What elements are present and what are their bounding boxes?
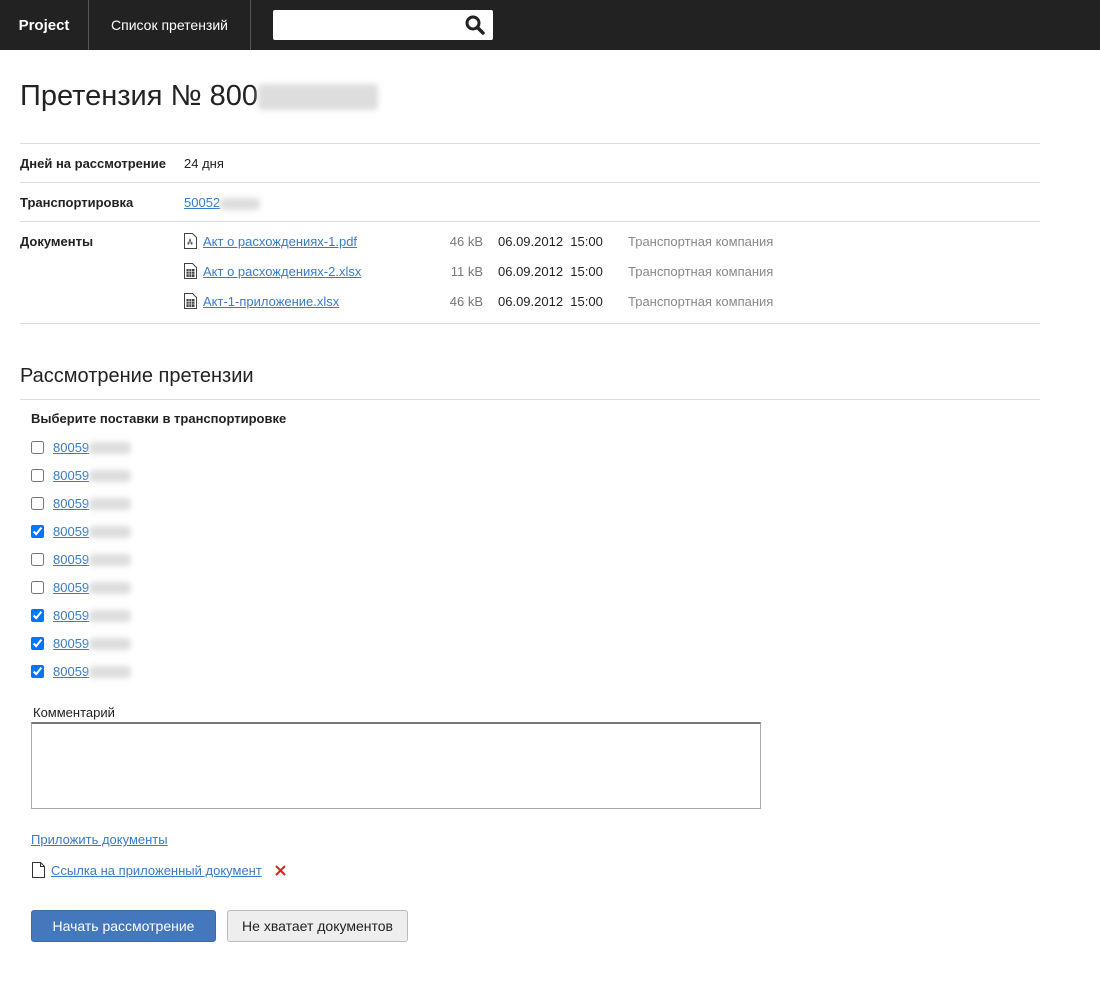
redacted: [89, 581, 132, 594]
delivery-item: 80059: [31, 496, 132, 511]
search-input[interactable]: [273, 10, 458, 40]
nav-claims-list[interactable]: Список претензий: [89, 0, 251, 50]
documents-label: Документы: [20, 234, 94, 249]
days-label: Дней на рассмотрение: [20, 156, 166, 171]
delivery-checkbox[interactable]: [31, 525, 44, 538]
comment-textarea[interactable]: [31, 722, 761, 809]
delivery-item: 80059: [31, 636, 132, 651]
document-link[interactable]: Акт о расхождениях-2.xlsx: [203, 264, 427, 279]
document-row: Акт-1-приложение.xlsx 46 kB 06.09.2012 1…: [184, 291, 773, 311]
document-date: 06.09.2012 15:00: [498, 263, 603, 279]
transport-link[interactable]: 50052: [184, 195, 220, 210]
delivery-link[interactable]: 80059: [53, 524, 89, 539]
divider: [20, 399, 1040, 400]
redacted: [89, 609, 132, 622]
delivery-checkbox[interactable]: [31, 497, 44, 510]
missing-documents-button[interactable]: Не хватает документов: [227, 910, 408, 942]
attached-document-link[interactable]: Ссылка на приложенный документ: [51, 863, 262, 878]
search-box: [273, 10, 493, 40]
section-heading: Рассмотрение претензии: [20, 365, 254, 387]
document-size: 11 kB: [450, 263, 483, 279]
delivery-link[interactable]: 80059: [53, 608, 89, 623]
document-link[interactable]: Акт о расхождениях-1.pdf: [203, 234, 427, 249]
file-icon: [32, 862, 45, 878]
divider: [20, 182, 1040, 183]
search-icon[interactable]: [465, 15, 485, 35]
delivery-checkbox[interactable]: [31, 665, 44, 678]
document-source: Транспортная компания: [628, 293, 774, 309]
days-value: 24 дня: [184, 156, 224, 171]
delivery-link[interactable]: 80059: [53, 552, 89, 567]
delivery-item: 80059: [31, 524, 132, 539]
redacted: [89, 469, 132, 482]
delivery-item: 80059: [31, 664, 132, 679]
delivery-checkbox[interactable]: [31, 581, 44, 594]
brand-link[interactable]: Project: [0, 0, 89, 50]
document-row: Акт о расхождениях-2.xlsx 11 kB 06.09.20…: [184, 261, 773, 281]
delivery-checkbox[interactable]: [31, 609, 44, 622]
pdf-file-icon: [184, 233, 197, 249]
document-source: Транспортная компания: [628, 263, 774, 279]
transport-label: Транспортировка: [20, 195, 134, 210]
delivery-checkbox[interactable]: [31, 637, 44, 650]
delivery-link[interactable]: 80059: [53, 496, 89, 511]
divider: [20, 221, 1040, 222]
redacted: [220, 197, 261, 210]
page-title: Претензия № 800: [20, 80, 379, 113]
redacted: [89, 637, 132, 650]
select-deliveries-label: Выберите поставки в транспортировке: [31, 411, 287, 426]
document-source: Транспортная компания: [628, 233, 774, 249]
delivery-item: 80059: [31, 468, 132, 483]
redacted: [258, 84, 379, 111]
document-date: 06.09.2012 15:00: [498, 233, 603, 249]
document-link[interactable]: Акт-1-приложение.xlsx: [203, 294, 427, 309]
divider: [20, 323, 1040, 324]
delivery-link[interactable]: 80059: [53, 636, 89, 651]
top-nav: Project Список претензий: [0, 0, 1100, 50]
spreadsheet-file-icon: [184, 293, 197, 309]
delivery-item: 80059: [31, 608, 132, 623]
redacted: [89, 665, 132, 678]
redacted: [89, 441, 132, 454]
redacted: [89, 525, 132, 538]
document-row: Акт о расхождениях-1.pdf 46 kB 06.09.201…: [184, 231, 773, 251]
delivery-link[interactable]: 80059: [53, 580, 89, 595]
document-size: 46 kB: [449, 233, 483, 249]
delivery-item: 80059: [31, 440, 132, 455]
delivery-item: 80059: [31, 552, 132, 567]
remove-icon[interactable]: [275, 864, 286, 876]
delivery-link[interactable]: 80059: [53, 440, 89, 455]
delivery-checkbox[interactable]: [31, 553, 44, 566]
document-date: 06.09.2012 15:00: [498, 293, 603, 309]
spreadsheet-file-icon: [184, 263, 197, 279]
delivery-checkbox[interactable]: [31, 469, 44, 482]
delivery-checkbox[interactable]: [31, 441, 44, 454]
redacted: [89, 553, 132, 566]
delivery-link[interactable]: 80059: [53, 664, 89, 679]
delivery-item: 80059: [31, 580, 132, 595]
start-review-button[interactable]: Начать рассмотрение: [31, 910, 216, 942]
comment-label: Комментарий: [33, 705, 115, 720]
delivery-link[interactable]: 80059: [53, 468, 89, 483]
attach-documents-link[interactable]: Приложить документы: [31, 832, 168, 847]
divider: [20, 143, 1040, 144]
redacted: [89, 497, 132, 510]
document-size: 46 kB: [449, 293, 483, 309]
